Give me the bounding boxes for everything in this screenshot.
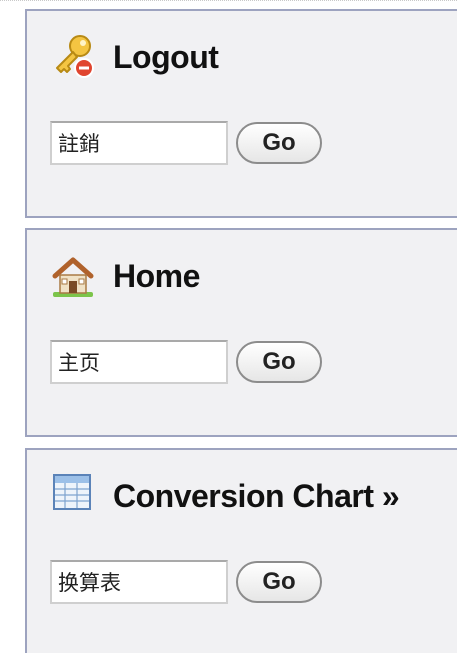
- panel-title: Logout: [49, 33, 219, 81]
- home-input[interactable]: [50, 340, 228, 384]
- house-icon: [49, 252, 97, 300]
- panel-form-row: Go: [50, 340, 322, 384]
- spreadsheet-icon: [49, 472, 97, 520]
- home-panel: Home Go: [25, 228, 457, 437]
- logout-input[interactable]: [50, 121, 228, 165]
- panel-title-label: Home: [113, 257, 200, 294]
- panel-title: Conversion Chart »: [49, 472, 400, 520]
- home-go-button[interactable]: Go: [236, 341, 322, 383]
- logout-go-button[interactable]: Go: [236, 122, 322, 164]
- stage: Logout Go Home Go: [0, 0, 457, 653]
- conversion-chart-input[interactable]: [50, 560, 228, 604]
- panel-form-row: Go: [50, 121, 322, 165]
- logout-panel: Logout Go: [25, 9, 457, 218]
- top-dotted-edge: [0, 0, 457, 3]
- panel-form-row: Go: [50, 560, 322, 604]
- conversion-chart-go-button[interactable]: Go: [236, 561, 322, 603]
- panel-title: Home: [49, 252, 200, 300]
- panel-title-label: Logout: [113, 38, 219, 75]
- panel-title-label[interactable]: Conversion Chart »: [113, 478, 400, 515]
- conversion-chart-panel: Conversion Chart » Go: [25, 448, 457, 653]
- key-remove-icon: [49, 33, 97, 81]
